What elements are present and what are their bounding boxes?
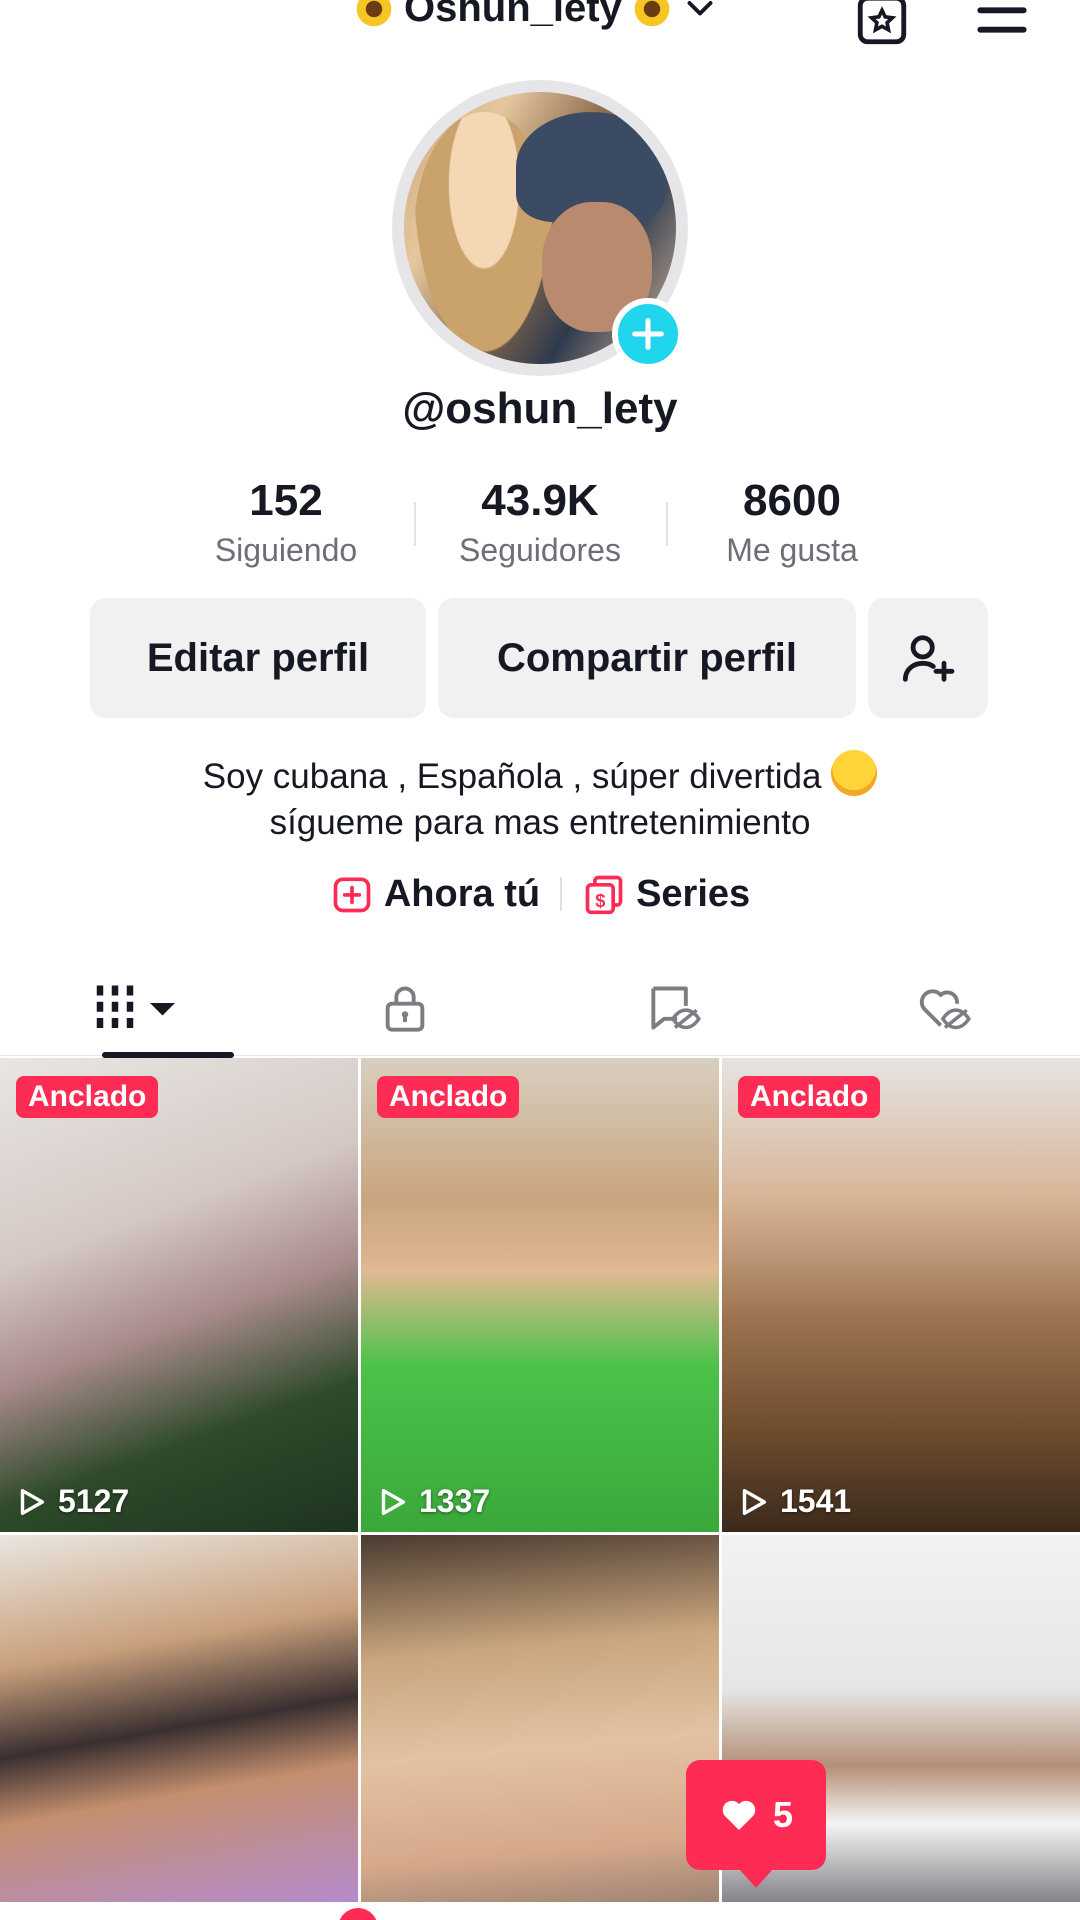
add-user-icon: [902, 635, 955, 682]
account-switcher[interactable]: Oshun_lety: [352, 0, 718, 31]
divider: [560, 877, 563, 911]
tab-favorites[interactable]: [540, 960, 810, 1056]
heart-hidden-icon: [919, 989, 971, 1030]
sunflower-icon: [352, 0, 396, 31]
stat-label: Seguidores: [459, 532, 621, 568]
stat-likes[interactable]: 8600 Me gusta: [682, 476, 902, 569]
stat-value: 8600: [743, 476, 841, 525]
top-bar: Oshun_lety: [0, 0, 1080, 62]
plus-icon: [632, 318, 664, 350]
like-notification[interactable]: 5: [686, 1760, 826, 1888]
stat-following[interactable]: 152 Siguiendo: [176, 476, 396, 569]
profile-handle: @oshun_lety: [402, 384, 678, 433]
video-thumbnail[interactable]: [0, 1535, 358, 1920]
stat-value: 43.9K: [481, 476, 599, 525]
video-grid: Anclado 5127 Anclado 1337 Anclado 1541: [0, 1058, 1080, 1920]
sunflower-icon: [630, 0, 674, 31]
link-label: Series: [636, 872, 751, 915]
stat-label: Me gusta: [726, 532, 858, 568]
profile-links: Ahora tú $ Series: [0, 866, 1080, 922]
series-icon: $: [585, 875, 623, 915]
profile-bio: Soy cubana , Española , súper divertida …: [0, 750, 1080, 846]
star-box-icon: [857, 0, 907, 45]
svg-text:$: $: [595, 890, 605, 911]
add-friends-button[interactable]: [868, 598, 988, 718]
creator-tools-button[interactable]: [852, 0, 912, 50]
video-thumbnail[interactable]: Anclado 5127: [0, 1058, 358, 1532]
divider: [666, 502, 668, 546]
stat-label: Siguiendo: [214, 532, 358, 568]
link-series[interactable]: $ Series: [582, 872, 750, 916]
lock-icon: [385, 986, 425, 1032]
divider: [414, 502, 416, 546]
view-count-value: 1541: [780, 1483, 852, 1519]
like-count: 5: [772, 1794, 794, 1835]
bio-text: Soy cubana , Española , súper divertida: [202, 757, 822, 796]
video-thumbnail[interactable]: Anclado 1541: [722, 1058, 1080, 1532]
pinned-badge: Anclado: [738, 1076, 881, 1118]
video-thumbnail[interactable]: Anclado 1337: [361, 1058, 719, 1532]
stat-followers[interactable]: 43.9K Seguidores: [430, 476, 650, 569]
play-icon: [742, 1488, 767, 1515]
link-ahora-tu[interactable]: Ahora tú: [330, 872, 540, 916]
video-thumbnail[interactable]: [361, 1535, 719, 1920]
account-name: Oshun_lety: [404, 0, 622, 30]
view-count: 1337: [375, 1483, 490, 1520]
stat-value: 152: [249, 476, 323, 525]
hamburger-icon: [977, 7, 1027, 33]
play-icon: [381, 1488, 406, 1515]
link-label: Ahora tú: [383, 872, 541, 915]
view-count: 1541: [736, 1483, 851, 1520]
profile-tabs: [0, 960, 1080, 1058]
view-count: 5127: [14, 1483, 129, 1520]
menu-button[interactable]: [972, 0, 1032, 50]
pinned-badge: Anclado: [16, 1076, 159, 1118]
bookmark-hidden-icon: [651, 986, 701, 1030]
grid-icon: [96, 985, 175, 1031]
tab-private[interactable]: [270, 960, 540, 1056]
edit-profile-button[interactable]: Editar perfil: [90, 598, 426, 718]
view-count-value: 1337: [419, 1483, 491, 1519]
bio-line-1: Soy cubana , Española , súper divertida: [0, 750, 1080, 800]
bio-line-2: sígueme para mas entretenimiento: [269, 803, 811, 842]
share-profile-button[interactable]: Compartir perfil: [438, 598, 856, 718]
profile-stats: 152 Siguiendo 43.9K Seguidores 8600 Me g…: [0, 476, 1080, 576]
view-count-value: 5127: [58, 1483, 130, 1519]
bottom-nav-edge: [0, 1902, 1080, 1920]
star-struck-emoji-icon: [831, 750, 878, 796]
tab-liked[interactable]: [810, 960, 1080, 1056]
add-story-button[interactable]: [612, 298, 684, 370]
heart-icon: [722, 1800, 756, 1830]
plus-square-icon: [333, 877, 371, 913]
play-icon: [20, 1488, 45, 1515]
tab-videos[interactable]: [0, 960, 270, 1058]
chevron-down-icon: [687, 0, 713, 15]
pinned-badge: Anclado: [377, 1076, 520, 1118]
